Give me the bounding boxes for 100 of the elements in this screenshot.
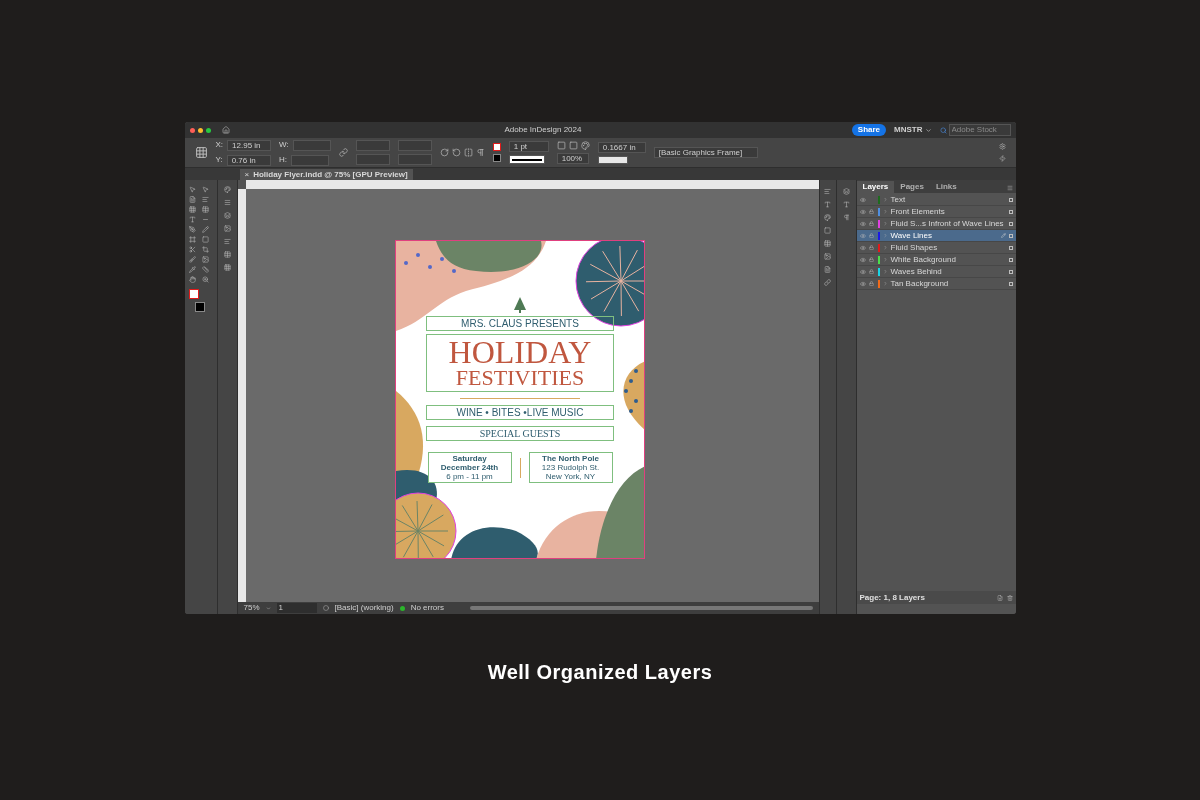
frame-tool-icon[interactable] bbox=[188, 236, 196, 243]
panel-tab[interactable]: Links bbox=[929, 181, 963, 193]
lock-icon[interactable] bbox=[868, 268, 874, 274]
image-icon[interactable] bbox=[223, 225, 231, 232]
effects-icon[interactable] bbox=[223, 186, 231, 193]
lock-icon[interactable] bbox=[868, 256, 874, 262]
object-style-field[interactable]: [Basic Graphics Frame] bbox=[653, 147, 758, 158]
selection-square[interactable] bbox=[1008, 245, 1013, 250]
eye-icon[interactable] bbox=[859, 220, 866, 227]
chevron-icon[interactable] bbox=[882, 269, 888, 274]
stroke-swatch[interactable] bbox=[492, 154, 501, 162]
share-button[interactable]: Share bbox=[851, 124, 887, 136]
opacity-field[interactable]: 100% bbox=[556, 153, 589, 164]
zoom-level[interactable]: 75% bbox=[243, 602, 260, 614]
chevron-icon[interactable] bbox=[882, 221, 888, 226]
selection-square[interactable] bbox=[1008, 281, 1013, 286]
new-layer-icon[interactable] bbox=[996, 594, 1003, 601]
swatches-icon[interactable] bbox=[824, 214, 831, 221]
layers-icon[interactable] bbox=[842, 188, 850, 195]
type-tool-icon[interactable] bbox=[188, 216, 196, 223]
properties-icon[interactable] bbox=[824, 188, 831, 195]
page-field[interactable]: 1 bbox=[276, 603, 317, 613]
fill-swatch[interactable] bbox=[492, 143, 501, 151]
selection-square[interactable] bbox=[1008, 233, 1013, 238]
selection-tool-icon[interactable] bbox=[188, 186, 196, 193]
menu-icon[interactable] bbox=[1006, 185, 1013, 191]
lock-icon[interactable] bbox=[868, 244, 874, 250]
trash-icon[interactable] bbox=[1006, 594, 1013, 601]
fill-swatch[interactable] bbox=[188, 289, 199, 299]
zoom-tool-icon[interactable] bbox=[202, 276, 209, 283]
paragraph-icon[interactable] bbox=[475, 148, 485, 157]
layers-icon[interactable] bbox=[223, 212, 231, 219]
character-icon[interactable] bbox=[824, 201, 831, 208]
layer-row[interactable]: Text bbox=[856, 194, 1016, 206]
link-icon[interactable] bbox=[338, 148, 348, 157]
document-tab[interactable]: Holiday Flyer.indd @ 75% [GPU Preview] bbox=[253, 169, 408, 180]
caret-icon[interactable] bbox=[265, 605, 271, 611]
minimize-icon[interactable] bbox=[197, 127, 203, 133]
home-icon[interactable] bbox=[221, 126, 230, 134]
layer-row[interactable]: Waves Behind bbox=[856, 266, 1016, 278]
lock-icon[interactable] bbox=[868, 208, 874, 214]
rectangle-tool-icon[interactable] bbox=[202, 236, 209, 243]
width-field[interactable] bbox=[292, 139, 331, 151]
chevron-icon[interactable] bbox=[882, 257, 888, 262]
table-icon[interactable] bbox=[824, 240, 831, 247]
transform-tool-icon[interactable] bbox=[202, 246, 209, 253]
page-tool-icon[interactable] bbox=[188, 196, 196, 203]
layer-row[interactable]: Tan Background bbox=[856, 278, 1016, 290]
scale-y-field[interactable] bbox=[355, 154, 390, 165]
stroke-type-dropdown[interactable] bbox=[508, 155, 545, 164]
rotate-icon[interactable] bbox=[439, 148, 449, 157]
layer-row[interactable]: White Background bbox=[856, 254, 1016, 266]
measure-tool-icon[interactable] bbox=[202, 266, 209, 273]
stroke-weight-field[interactable]: 1 pt bbox=[508, 141, 549, 152]
scroll-bar[interactable] bbox=[470, 606, 813, 610]
chevron-icon[interactable] bbox=[882, 197, 888, 202]
image-icon[interactable] bbox=[824, 253, 831, 260]
lock-icon[interactable] bbox=[868, 232, 874, 238]
scale-x-field[interactable] bbox=[355, 140, 390, 151]
eyedropper-tool-icon[interactable] bbox=[188, 266, 196, 273]
eye-icon[interactable] bbox=[859, 256, 866, 263]
eye-icon[interactable] bbox=[859, 268, 866, 275]
link-icon[interactable] bbox=[824, 279, 831, 286]
chevron-icon[interactable] bbox=[882, 281, 888, 286]
settings-icon[interactable] bbox=[998, 143, 1006, 150]
selection-square[interactable] bbox=[1008, 197, 1013, 202]
selection-square[interactable] bbox=[1008, 269, 1013, 274]
caret-icon[interactable] bbox=[924, 126, 932, 134]
eye-icon[interactable] bbox=[859, 232, 866, 239]
direct-selection-tool-icon[interactable] bbox=[202, 186, 209, 193]
panel-tab[interactable]: Layers bbox=[856, 181, 895, 193]
y-field[interactable]: 0.76 in bbox=[226, 154, 271, 166]
eye-icon[interactable] bbox=[859, 196, 866, 203]
chevron-icon[interactable] bbox=[882, 209, 888, 214]
menu-icon[interactable] bbox=[223, 199, 231, 206]
table-icon[interactable] bbox=[202, 206, 209, 213]
effects-icon[interactable] bbox=[580, 141, 590, 150]
scissors-tool-icon[interactable] bbox=[188, 246, 196, 253]
chevron-icon[interactable] bbox=[882, 245, 888, 250]
layer-row[interactable]: Front Elements bbox=[856, 206, 1016, 218]
close-icon[interactable] bbox=[189, 127, 195, 133]
eye-icon[interactable] bbox=[859, 244, 866, 251]
adobe-stock-search[interactable]: Adobe Stock bbox=[948, 124, 1011, 136]
eye-icon[interactable] bbox=[859, 208, 866, 215]
corner-shape-dropdown[interactable] bbox=[597, 155, 628, 164]
zoom-icon[interactable] bbox=[205, 127, 211, 133]
close-tab-button[interactable]: × bbox=[244, 169, 250, 180]
document-icon[interactable] bbox=[824, 266, 831, 273]
pen-tool-icon[interactable] bbox=[188, 226, 196, 233]
rotate-field[interactable] bbox=[397, 140, 432, 151]
layer-row[interactable]: Fluid Shapes bbox=[856, 242, 1016, 254]
x-field[interactable]: 12.95 in bbox=[227, 139, 272, 151]
reference-point-icon[interactable] bbox=[194, 146, 208, 159]
hand-tool-icon[interactable] bbox=[188, 276, 196, 283]
stroke-icon[interactable] bbox=[824, 227, 831, 234]
offset-field[interactable]: 0.1667 in bbox=[597, 141, 646, 153]
height-field[interactable] bbox=[291, 154, 330, 166]
stroke-swatch[interactable] bbox=[194, 302, 205, 312]
preflight-icon[interactable] bbox=[322, 605, 329, 611]
character-icon[interactable] bbox=[842, 201, 850, 208]
